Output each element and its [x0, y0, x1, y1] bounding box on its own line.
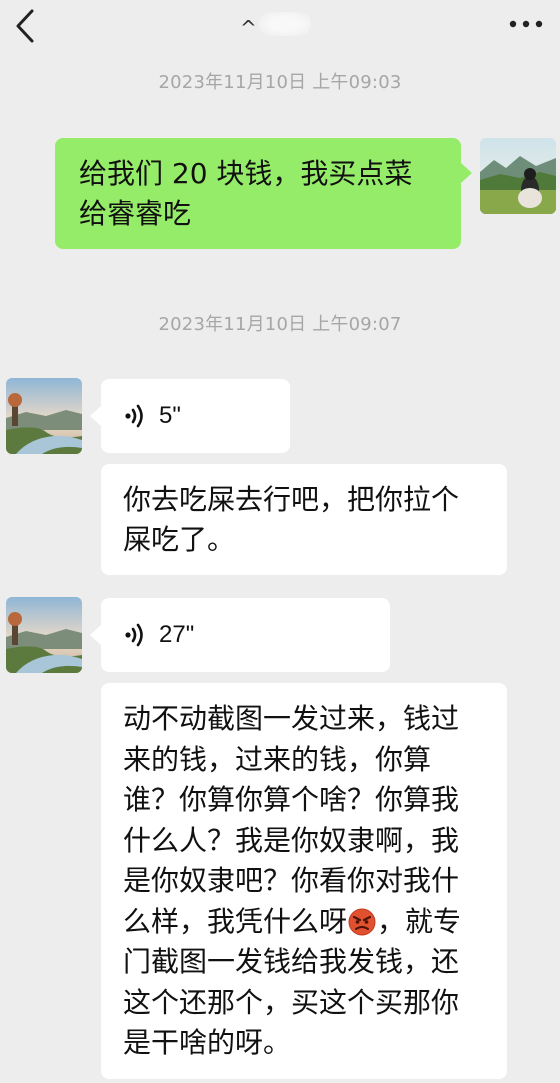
message-text-line: 么样，我凭什么呀 ，就专 [123, 902, 485, 943]
message-text-line: 是干啥的呀。 [123, 1026, 292, 1059]
message-text-fragment: 么样，我凭什么呀 [123, 904, 348, 938]
message-text-line: 门截图一发钱给我发钱，还 [123, 945, 460, 978]
message-text-line: 这个还那个，买这个买那你 [123, 985, 460, 1019]
received-message-bubble[interactable]: 动不动截图一发过来，钱过 来的钱，过来的钱，你算 谁？你算你算个啥？你算我 什么… [101, 683, 507, 1079]
bubble-tail [90, 625, 101, 645]
chat-header: ^ [0, 0, 560, 58]
timestamp: 2023年11月10日 上午09:07 [158, 314, 402, 335]
contact-avatar[interactable] [6, 597, 82, 673]
chevron-left-icon [16, 9, 34, 43]
voice-message-bubble[interactable]: 5" [101, 379, 290, 453]
more-dots-icon [509, 20, 543, 28]
message-text-fragment: ，就专 [377, 904, 462, 938]
message-text-line: 是你奴隶吧？你看你对我什 [123, 864, 460, 897]
angry-face-emoji [348, 908, 376, 935]
message-text-line: 你去吃屎去行吧，把你拉个 [123, 483, 460, 516]
self-avatar[interactable] [480, 138, 556, 214]
received-message-bubble[interactable]: 你去吃屎去行吧，把你拉个 屎吃了。 [101, 464, 507, 575]
message-text-line: 来的钱，过来的钱，你算 [123, 742, 432, 776]
blurred-name [258, 12, 311, 36]
voice-duration: 27" [159, 621, 195, 648]
more-button[interactable] [506, 10, 546, 38]
avatar-image [480, 138, 556, 214]
message-text-line: 屎吃了。 [123, 523, 236, 556]
voice-wave-icon [125, 404, 143, 428]
back-button[interactable] [10, 6, 40, 46]
avatar-image [6, 378, 82, 454]
message-text-line: 动不动截图一发过来，钱过 [123, 702, 460, 735]
contact-name[interactable]: ^ [240, 8, 320, 40]
bubble-tail [461, 163, 472, 183]
avatar-image [6, 597, 82, 673]
contact-avatar[interactable] [6, 378, 82, 454]
message-text-line: 给睿睿吃 [79, 197, 192, 230]
message-text-line: 谁？你算你算个啥？你算我 [123, 783, 460, 816]
timestamp: 2023年11月10日 上午09:03 [158, 72, 402, 93]
message-text-line: 给我们 20 块钱，我买点菜 [79, 157, 413, 190]
caret-icon: ^ [240, 16, 257, 40]
message-text-line: 什么人？我是你奴隶啊，我 [123, 823, 460, 857]
bubble-tail [90, 406, 101, 426]
voice-wave-icon [125, 623, 143, 647]
sent-message-bubble[interactable]: 给我们 20 块钱，我买点菜 给睿睿吃 [55, 138, 461, 249]
voice-duration: 5" [159, 402, 181, 429]
voice-message-bubble[interactable]: 27" [101, 598, 390, 672]
